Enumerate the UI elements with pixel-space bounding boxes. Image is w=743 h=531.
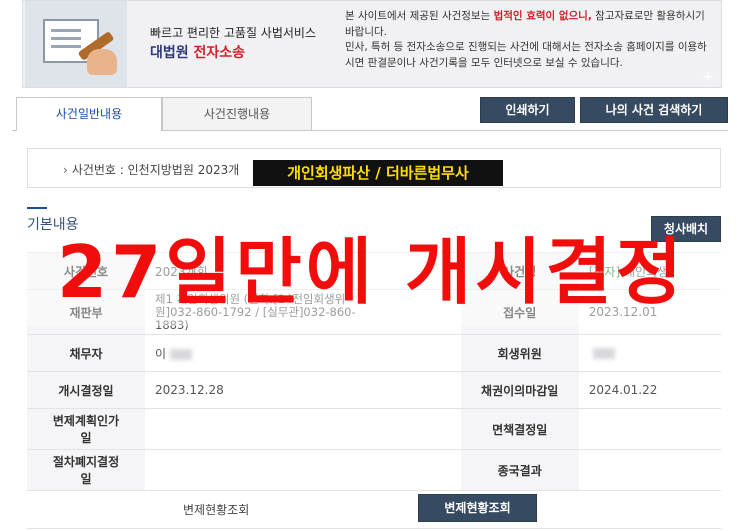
header-objection-deadline: 채권이의마감일 <box>460 371 579 409</box>
case-number-label: 사건번호 : 인천지방법원 2023개 <box>71 163 240 177</box>
value-debtor: 이 <box>145 334 461 372</box>
table-row: 변제계획인가일 면책결정일 <box>27 408 721 450</box>
debtor-name: 이 <box>155 346 167 361</box>
table-row: 절차폐지결정일 종국결과 <box>27 449 721 491</box>
header-plan-approval-date: 변제계획인가일 <box>27 408 145 450</box>
header-commissioner: 회생위원 <box>460 334 579 372</box>
header-abolition-date: 절차폐지결정일 <box>27 449 145 491</box>
plus-icon[interactable]: + <box>701 70 715 84</box>
abolition-line-2: 일 <box>80 472 92 486</box>
value-plan-approval-date <box>145 408 461 450</box>
blurred-name <box>170 348 193 360</box>
tab-divider <box>312 130 728 131</box>
tab-case-general[interactable]: 사건일반내용 <box>16 97 162 131</box>
hand-icon <box>87 49 117 75</box>
banner-service: 전자소송 <box>193 45 246 61</box>
table-row: 채무자 이 회생위원 <box>27 334 721 372</box>
notice-highlight: 법적인 효력이 없으니, <box>493 10 592 22</box>
plan-approval-line-1: 변제계획인가 <box>52 414 120 428</box>
court-gavel-illustration <box>25 1 127 87</box>
my-case-search-button[interactable]: 나의 사건 검색하기 <box>580 97 728 123</box>
repayment-status-button[interactable]: 변제현황조회 <box>418 494 537 522</box>
headline-overlay: 27일만에 개시결정 <box>57 230 686 314</box>
table-row: 개시결정일 2023.12.28 채권이의마감일 2024.01.22 <box>27 371 721 409</box>
plan-approval-line-2: 일 <box>80 431 92 445</box>
case-number: › 사건번호 : 인천지방법원 2023개 <box>63 161 239 178</box>
banner-tagline: 빠르고 편리한 고품질 사법서비스 <box>150 26 317 40</box>
repayment-status-label: 변제현황조회 <box>183 503 250 517</box>
notice-text-3: 민사, 특허 등 전자소송으로 진행되는 사건에 대해서는 전자소송 홈페이지를… <box>345 41 707 69</box>
banner-org: 대법원 <box>150 45 189 61</box>
section-accent-line <box>27 207 47 209</box>
value-commissioner <box>578 334 721 372</box>
value-abolition-date <box>145 449 461 491</box>
value-final-result <box>578 449 721 491</box>
table-bottom-border <box>27 528 721 529</box>
print-button[interactable]: 인쇄하기 <box>480 97 575 123</box>
overlay-caption: 개인회생파산 / 더바른법무사 <box>253 160 503 186</box>
value-objection-deadline: 2024.01.22 <box>578 371 721 409</box>
value-commencement-date: 2023.12.28 <box>145 371 461 409</box>
tab-divider-left <box>12 130 16 131</box>
header-debtor: 채무자 <box>27 334 145 372</box>
banner-service-title: 대법원 전자소송 <box>150 42 245 62</box>
bullet-icon: › <box>63 163 68 177</box>
header-discharge-date: 면책결정일 <box>460 408 579 450</box>
blurred-commissioner <box>592 348 615 359</box>
abolition-line-1: 절차폐지결정 <box>52 455 120 469</box>
tab-case-progress[interactable]: 사건진행내용 <box>162 97 312 131</box>
notice-banner: 빠르고 편리한 고품질 사법서비스 대법원 전자소송 본 사이트에서 제공된 사… <box>22 0 722 88</box>
value-discharge-date <box>578 408 721 450</box>
header-commencement-date: 개시결정일 <box>27 371 145 409</box>
banner-notice: 본 사이트에서 제공된 사건정보는 법적인 효력이 없으니, 참고자료로만 활용… <box>345 9 715 71</box>
notice-text-1: 본 사이트에서 제공된 사건정보는 <box>345 10 494 22</box>
header-final-result: 종국결과 <box>460 449 579 491</box>
